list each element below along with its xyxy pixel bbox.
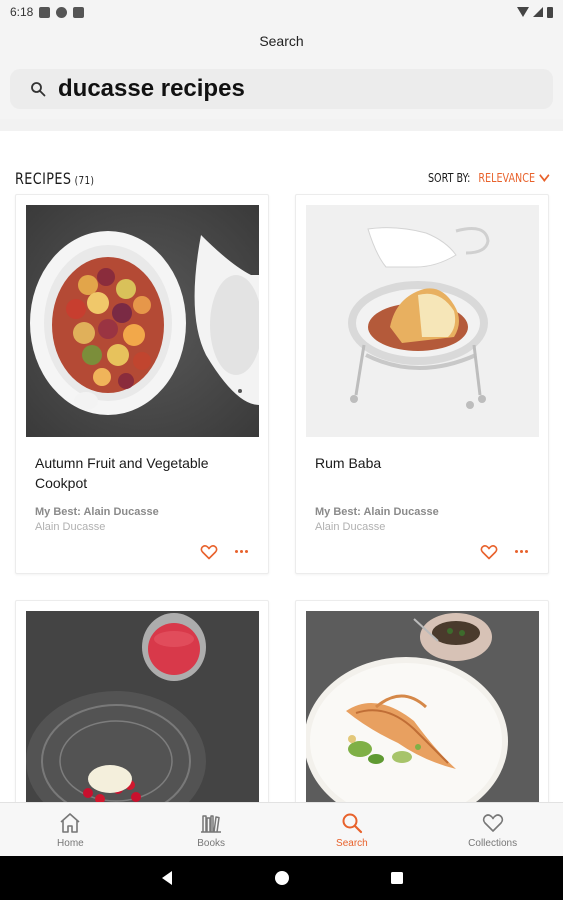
recipe-card[interactable] xyxy=(295,600,549,811)
results-label: RECIPES xyxy=(15,168,72,188)
nav-collections[interactable]: Collections xyxy=(422,803,563,856)
home-button-icon[interactable] xyxy=(274,870,290,886)
recipe-image[interactable] xyxy=(306,611,539,811)
recipe-author: Alain Ducasse xyxy=(35,521,106,533)
recipe-book: My Best: Alain Ducasse xyxy=(315,506,439,518)
results-header: RECIPES (71) SORT BY: RELEVANCE xyxy=(15,166,550,190)
results-title: RECIPES (71) xyxy=(15,169,94,188)
sort-control[interactable]: SORT BY: RELEVANCE xyxy=(428,169,550,185)
status-time: 6:18 xyxy=(10,5,34,19)
books-icon xyxy=(201,814,222,833)
home-icon xyxy=(60,812,80,833)
sync-notification-icon xyxy=(56,6,68,18)
sort-value[interactable]: RELEVANCE xyxy=(479,171,536,185)
recipe-author: Alain Ducasse xyxy=(315,521,386,533)
message-notification-icon xyxy=(39,6,51,18)
recipe-image[interactable] xyxy=(306,205,539,437)
more-options-icon[interactable] xyxy=(515,544,531,558)
signal-icon xyxy=(533,7,543,17)
favorite-heart-icon[interactable] xyxy=(480,544,498,560)
heart-icon xyxy=(482,813,503,832)
nav-home[interactable]: Home xyxy=(0,803,141,856)
recipe-title[interactable]: Autumn Fruit and Vegetable Cookpot xyxy=(35,453,255,493)
favorite-heart-icon[interactable] xyxy=(200,544,218,560)
back-icon[interactable] xyxy=(160,870,174,886)
battery-icon xyxy=(547,6,553,18)
recipe-book: My Best: Alain Ducasse xyxy=(35,506,159,518)
nav-books[interactable]: Books xyxy=(141,803,282,856)
recents-icon[interactable] xyxy=(390,871,404,885)
results-count: (71) xyxy=(74,173,95,187)
bottom-navigation: Home Books Search Collections xyxy=(0,802,563,856)
recipe-image[interactable] xyxy=(26,205,259,437)
search-box[interactable] xyxy=(10,69,553,109)
recipe-card[interactable]: Rum Baba My Best: Alain Ducasse Alain Du… xyxy=(295,194,549,574)
chevron-down-icon[interactable] xyxy=(539,169,550,182)
nav-home-label: Home xyxy=(57,837,84,849)
more-options-icon[interactable] xyxy=(235,544,251,558)
search-icon xyxy=(342,813,362,833)
nav-collections-label: Collections xyxy=(468,837,518,849)
status-bar: 6:18 xyxy=(0,0,563,24)
search-icon xyxy=(31,82,46,97)
search-input[interactable] xyxy=(58,75,518,103)
nav-search[interactable]: Search xyxy=(282,803,423,856)
page-title: Search xyxy=(0,24,563,60)
divider xyxy=(0,119,563,131)
recipe-card[interactable]: Autumn Fruit and Vegetable Cookpot My Be… xyxy=(15,194,269,574)
system-navigation-bar xyxy=(0,856,563,900)
nav-books-label: Books xyxy=(197,837,226,849)
sort-label: SORT BY: xyxy=(428,171,471,185)
nav-search-label: Search xyxy=(336,837,368,849)
status-right xyxy=(517,6,553,18)
status-left: 6:18 xyxy=(10,5,85,19)
wifi-icon xyxy=(517,7,529,17)
recipe-image[interactable] xyxy=(26,611,259,811)
sd-card-notification-icon xyxy=(73,6,85,18)
recipe-title[interactable]: Rum Baba xyxy=(315,453,535,473)
recipe-card[interactable] xyxy=(15,600,269,811)
search-area xyxy=(0,60,563,120)
